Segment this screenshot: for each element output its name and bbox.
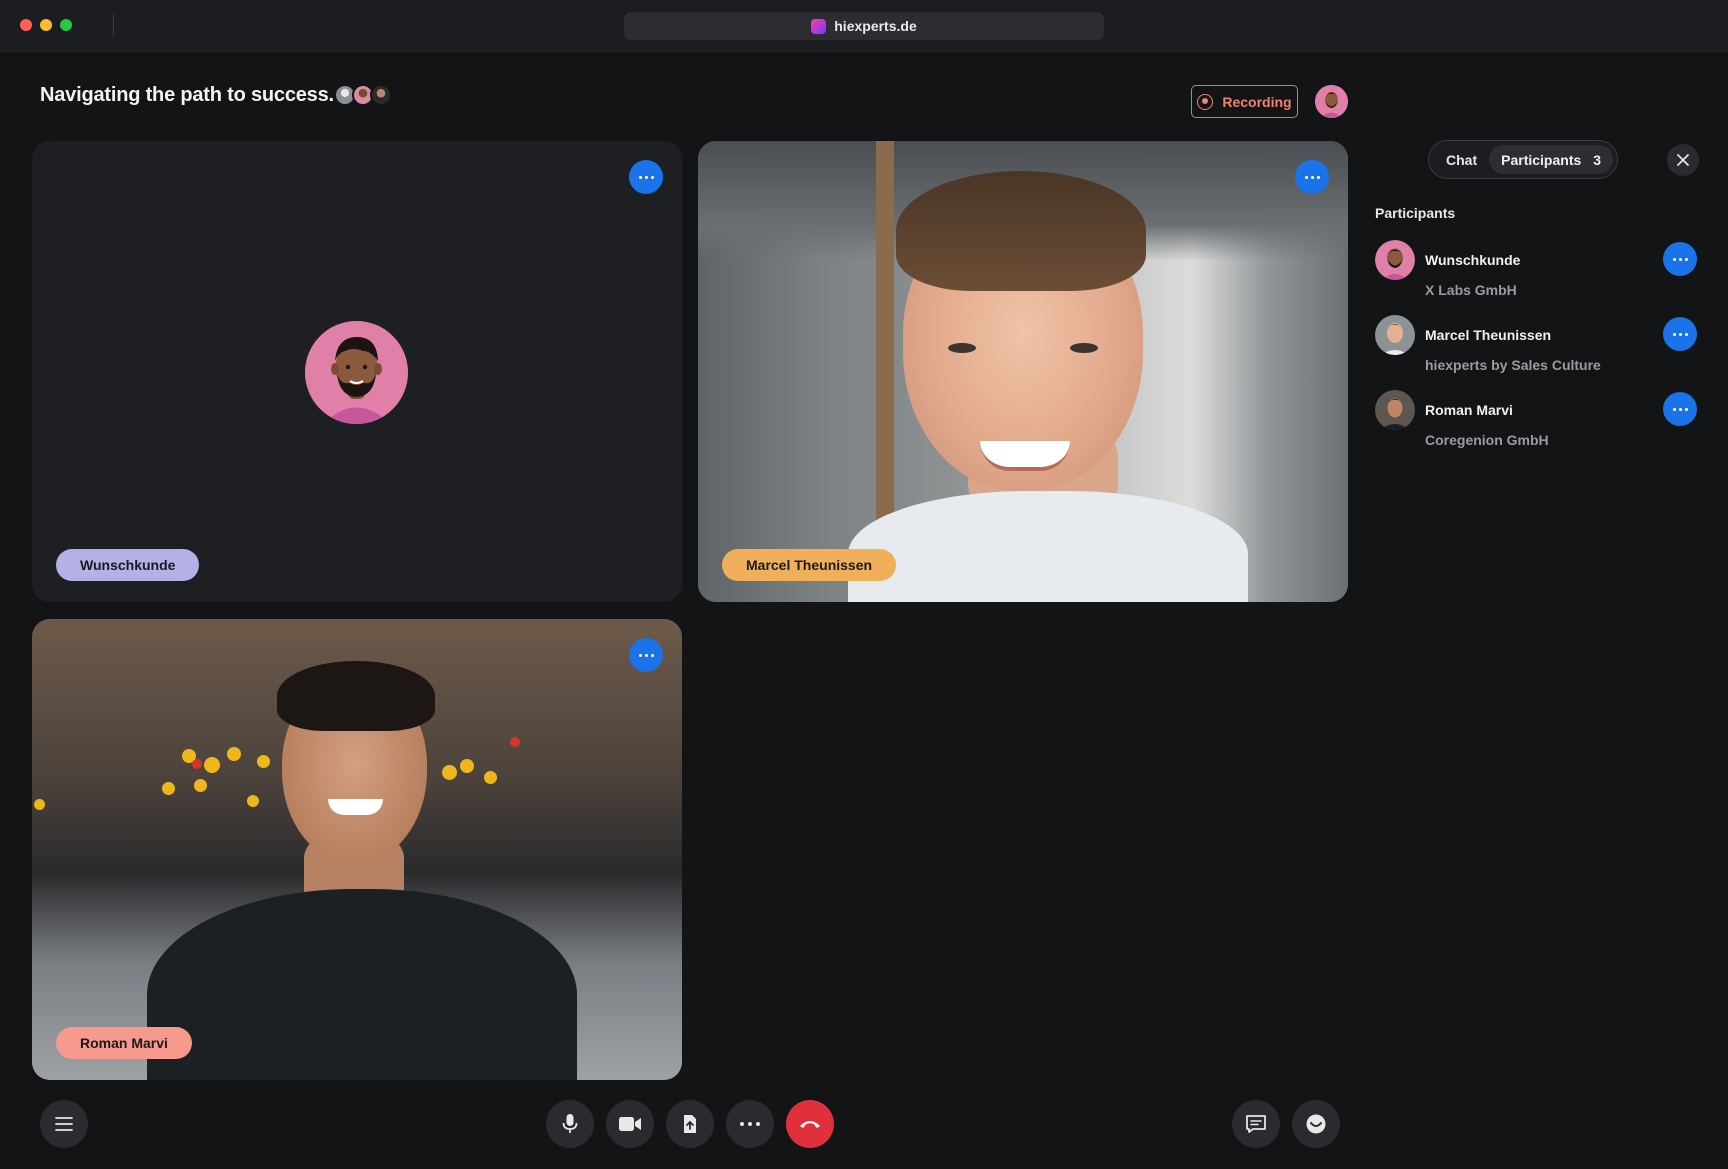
microphone-button[interactable] — [546, 1100, 594, 1148]
participant-avatar — [305, 321, 408, 424]
sidebar-tab-switcher: Chat Participants 3 — [1428, 140, 1618, 179]
avatar — [1375, 315, 1415, 355]
video-feed-bokeh — [204, 757, 220, 773]
participants-count-badge: 3 — [1593, 151, 1602, 168]
share-screen-button[interactable] — [666, 1100, 714, 1148]
call-controls-bar — [0, 1098, 1728, 1150]
meeting-title: Navigating the path to success. — [40, 84, 334, 106]
avatar-illustration — [305, 321, 408, 424]
participants-heading: Participants — [1375, 205, 1456, 221]
open-chat-button[interactable] — [1232, 1100, 1280, 1148]
video-feed-bokeh — [442, 765, 457, 780]
chat-bubble-icon — [1246, 1115, 1266, 1133]
recording-button[interactable]: Recording — [1191, 85, 1298, 118]
participant-organization: X Labs GmbH — [1425, 282, 1517, 298]
hamburger-menu-icon — [55, 1117, 73, 1131]
tab-participants-label: Participants — [1501, 151, 1582, 168]
participant-more-options-button[interactable] — [1663, 242, 1697, 276]
close-icon — [1677, 154, 1689, 166]
participant-more-options-button[interactable] — [1663, 317, 1697, 351]
avatar-illustration — [1375, 240, 1415, 280]
record-icon — [1197, 93, 1214, 110]
site-favicon-icon — [811, 18, 827, 34]
tile-more-options-button[interactable] — [1295, 160, 1329, 194]
participant-name-tag: Wunschkunde — [56, 549, 200, 581]
avatar — [370, 84, 392, 106]
avatar — [1375, 240, 1415, 280]
more-options-button[interactable] — [726, 1100, 774, 1148]
video-feed-bokeh — [510, 737, 520, 747]
video-feed-eye — [948, 343, 976, 353]
participant-name: Marcel Theunissen — [1425, 327, 1552, 343]
video-feed-hair — [277, 661, 435, 731]
video-feed-bokeh — [194, 779, 207, 792]
maximize-window-button[interactable] — [60, 19, 72, 31]
video-tile-roman-marvi[interactable]: Roman Marvi — [32, 619, 682, 1080]
participant-avatar-stack[interactable] — [334, 84, 392, 106]
participant-name-tag: Roman Marvi — [56, 1027, 192, 1059]
participant-name: Roman Marvi — [1425, 402, 1513, 418]
video-feed-bokeh — [227, 747, 241, 761]
video-feed-bokeh — [247, 795, 259, 807]
address-bar[interactable]: hiexperts.de — [624, 12, 1104, 40]
video-feed-hair — [896, 171, 1146, 291]
participant-name: Wunschkunde — [1425, 252, 1521, 268]
video-feed-bokeh — [162, 782, 175, 795]
current-user-avatar[interactable] — [1315, 85, 1348, 118]
participant-organization: Coregenion GmbH — [1425, 432, 1549, 448]
participant-list-item[interactable]: Roman Marvi Coregenion GmbH — [1375, 390, 1701, 450]
end-call-icon — [800, 1121, 820, 1128]
reactions-button[interactable] — [1292, 1100, 1340, 1148]
minimize-window-button[interactable] — [40, 19, 52, 31]
microphone-icon — [562, 1114, 578, 1133]
titlebar-divider — [113, 14, 114, 36]
avatar-photo — [1375, 315, 1415, 355]
address-bar-url: hiexperts.de — [834, 18, 917, 34]
tile-more-options-button[interactable] — [629, 160, 663, 194]
video-feed-bokeh — [257, 755, 270, 768]
recording-label: Recording — [1222, 93, 1292, 110]
participant-more-options-button[interactable] — [1663, 392, 1697, 426]
video-feed-bokeh — [34, 799, 45, 810]
tab-participants[interactable]: Participants 3 — [1489, 145, 1614, 174]
leave-call-button[interactable] — [786, 1100, 834, 1148]
participant-list-item[interactable]: Marcel Theunissen hiexperts by Sales Cul… — [1375, 315, 1701, 375]
video-feed-bokeh — [460, 759, 474, 773]
tile-more-options-button[interactable] — [629, 638, 663, 672]
video-tile-marcel-theunissen[interactable]: Marcel Theunissen — [698, 141, 1348, 602]
participant-organization: hiexperts by Sales Culture — [1425, 357, 1601, 373]
more-horizontal-icon — [740, 1122, 760, 1126]
avatar-photo — [1375, 390, 1415, 430]
video-feed-bokeh — [484, 771, 497, 784]
video-tile-wunschkunde[interactable]: Wunschkunde — [32, 141, 682, 602]
close-panel-button[interactable] — [1667, 144, 1699, 176]
camera-button[interactable] — [606, 1100, 654, 1148]
video-feed-sweater — [147, 889, 577, 1080]
video-feed-smile — [328, 799, 383, 815]
participant-name-tag: Marcel Theunissen — [722, 549, 897, 581]
share-screen-icon — [684, 1115, 696, 1133]
video-camera-icon — [619, 1117, 641, 1131]
tab-chat[interactable]: Chat — [1434, 145, 1489, 174]
menu-button[interactable] — [40, 1100, 88, 1148]
avatar-illustration — [1315, 85, 1348, 118]
video-feed-eye — [1070, 343, 1098, 353]
avatar — [1375, 390, 1415, 430]
video-feed-shirt — [848, 491, 1248, 602]
emoji-icon — [1306, 1114, 1326, 1134]
browser-titlebar: hiexperts.de — [0, 0, 1728, 52]
participant-list-item[interactable]: Wunschkunde X Labs GmbH — [1375, 240, 1701, 300]
video-feed-bokeh — [192, 759, 202, 769]
close-window-button[interactable] — [20, 19, 32, 31]
app-window: hiexperts.de Navigating the path to succ… — [0, 0, 1728, 1169]
